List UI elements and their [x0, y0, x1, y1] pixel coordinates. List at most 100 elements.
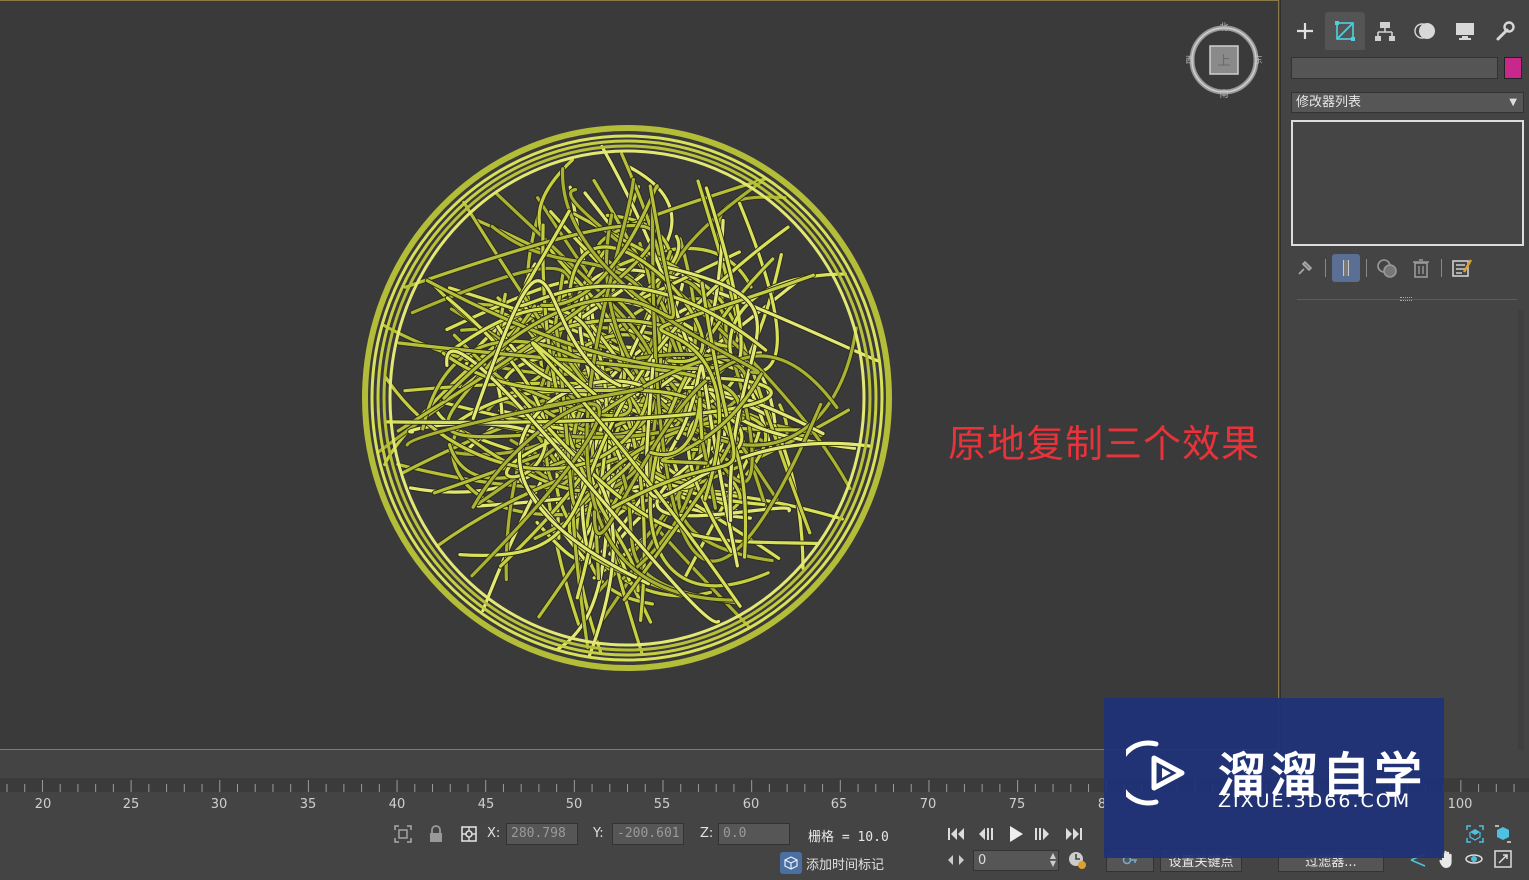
- viewcube-north-label: 北: [1219, 22, 1228, 33]
- timeline-tick-label: 35: [299, 797, 317, 812]
- go-to-start-button[interactable]: [944, 823, 968, 845]
- timeline-tick-label: 25: [122, 797, 140, 812]
- x-coord-label: X:: [487, 826, 501, 841]
- modifier-list-label: 修改器列表: [1296, 95, 1362, 110]
- watermark-play-logo: [1126, 740, 1185, 806]
- next-frame-button[interactable]: [1030, 823, 1054, 845]
- configure-modifier-sets-button[interactable]: [1448, 254, 1476, 282]
- orbit-icon: [1465, 854, 1483, 864]
- timeline-tick-label: 75: [1008, 797, 1026, 812]
- modify-icon: [1335, 21, 1355, 41]
- watermark-overlay: 溜溜自学 ZIXUE.3D66.COM: [1104, 698, 1444, 858]
- separator: [1441, 259, 1442, 277]
- play-button[interactable]: [1004, 821, 1028, 847]
- maximize-viewport-button[interactable]: [1492, 848, 1514, 870]
- lock-icon: [430, 825, 442, 842]
- timeline-tick-label: 20: [34, 797, 52, 812]
- display-icon: [1456, 23, 1474, 40]
- trash-icon: [1413, 259, 1429, 278]
- add-time-tag-button[interactable]: 添加时间标记: [780, 852, 884, 874]
- tab-modify[interactable]: [1325, 12, 1365, 50]
- hierarchy-icon: [1375, 22, 1395, 41]
- selection-lock-button[interactable]: [426, 823, 446, 845]
- time-tag-cube-icon: [780, 852, 802, 874]
- time-config-icon: [1069, 852, 1086, 869]
- timeline-tick-label: 30: [210, 797, 228, 812]
- isolate-selection-button[interactable]: [392, 823, 414, 845]
- y-coord-field[interactable]: -200.601: [612, 823, 684, 845]
- remove-modifier-button[interactable]: [1407, 254, 1435, 282]
- motion-icon: [1414, 23, 1435, 39]
- grid-size-readout: 栅格 = 10.0: [808, 830, 889, 845]
- maximize-icon: [1494, 850, 1512, 868]
- command-panel-tabs: [1285, 12, 1525, 50]
- viewcube[interactable]: 上 北 南 东 西: [1186, 22, 1262, 98]
- z-coord-field[interactable]: 0.0: [718, 823, 790, 845]
- separator: [1366, 259, 1367, 277]
- tab-utilities[interactable]: [1485, 12, 1525, 50]
- absolute-mode-icon: [461, 826, 477, 842]
- add-time-tag-label: 添加时间标记: [806, 857, 885, 873]
- timeline-tick-label: 45: [477, 797, 495, 812]
- zoom-extents-selected-button[interactable]: [1492, 823, 1514, 845]
- previous-frame-button[interactable]: [974, 823, 998, 845]
- dropdown-arrow-icon: ▼: [1509, 97, 1517, 108]
- viewcube-east-label: 东: [1253, 54, 1262, 66]
- play-icon: [1010, 826, 1023, 842]
- orbit-view-button[interactable]: [1463, 848, 1485, 870]
- timeline-tick-label: 55: [653, 797, 671, 812]
- watermark-url: ZIXUE.3D66.COM: [1218, 790, 1412, 812]
- go-to-start-icon: [948, 828, 964, 840]
- viewcube-west-label: 西: [1186, 55, 1195, 66]
- rollout-grip[interactable]: [1400, 297, 1412, 301]
- zoom-extents-selected-icon: [1495, 825, 1511, 843]
- plus-icon: [1297, 23, 1313, 39]
- configure-sets-icon: [1452, 259, 1473, 277]
- isolate-icon: [394, 825, 412, 843]
- key-mode-toggle[interactable]: [944, 851, 968, 869]
- timeline-tick-label: 50: [565, 797, 583, 812]
- go-to-end-button[interactable]: [1062, 823, 1086, 845]
- timeline-tick-label: 40: [388, 797, 406, 812]
- show-end-result-icon: [1343, 260, 1349, 276]
- z-coord-label: Z:: [700, 826, 714, 841]
- current-frame-value: 0: [978, 853, 987, 868]
- object-name-field[interactable]: [1291, 57, 1498, 79]
- timeline-tick-label: 70: [919, 797, 937, 812]
- pin-stack-button[interactable]: [1291, 254, 1319, 282]
- tab-create[interactable]: [1285, 12, 1325, 50]
- timeline-tick-label: 60: [742, 797, 760, 812]
- object-color-swatch[interactable]: [1504, 57, 1522, 79]
- tab-motion[interactable]: [1405, 12, 1445, 50]
- previous-frame-icon: [979, 828, 993, 840]
- zoom-extents-icon: [1466, 825, 1484, 843]
- make-unique-icon: [1377, 259, 1397, 278]
- absolute-mode-button[interactable]: [458, 823, 480, 845]
- make-unique-button[interactable]: [1373, 254, 1401, 282]
- go-to-end-icon: [1066, 828, 1082, 840]
- wire-sphere-object[interactable]: [355, 121, 900, 676]
- modifier-list-dropdown[interactable]: 修改器列表 ▼: [1291, 92, 1524, 113]
- key-mode-icon: [948, 855, 964, 865]
- modifier-stack[interactable]: [1291, 120, 1524, 246]
- zoom-extents-button[interactable]: [1464, 823, 1486, 845]
- viewcube-south-label: 南: [1219, 88, 1228, 98]
- annotation-text: 原地复制三个效果: [948, 422, 1261, 466]
- time-configuration-button[interactable]: [1066, 849, 1088, 871]
- separator: [1325, 259, 1326, 277]
- show-end-result-button[interactable]: [1332, 254, 1360, 282]
- tab-display[interactable]: [1445, 12, 1485, 50]
- wrench-icon: [1496, 21, 1515, 41]
- viewcube-top-label: 上: [1217, 54, 1230, 69]
- timeline-tick-label: 100: [1447, 797, 1473, 812]
- current-frame-field[interactable]: 0 ▲ ▼: [973, 850, 1059, 871]
- timeline-tick-label: 65: [830, 797, 848, 812]
- modifier-stack-toolbar: [1291, 253, 1524, 283]
- frame-spinner-icon[interactable]: ▲ ▼: [1050, 852, 1056, 868]
- tab-hierarchy[interactable]: [1365, 12, 1405, 50]
- command-panel-scrollbar[interactable]: [1518, 310, 1524, 750]
- next-frame-icon: [1035, 828, 1049, 840]
- y-coord-label: Y:: [593, 826, 604, 841]
- perspective-viewport[interactable]: 原地复制三个效果: [0, 0, 1279, 750]
- x-coord-field[interactable]: 280.798: [506, 823, 578, 845]
